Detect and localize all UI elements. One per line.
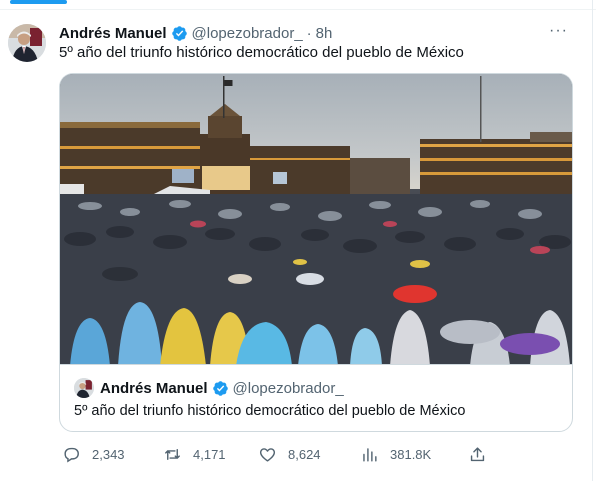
- crowd-photo-image: [60, 74, 572, 365]
- separator-dot: ·: [306, 24, 312, 42]
- tweet-header: Andrés Manuel @lopezobrador_ · 8h: [59, 23, 332, 43]
- reply-count: 2,343: [92, 447, 125, 462]
- like-count: 8,624: [288, 447, 321, 462]
- share-button[interactable]: [468, 445, 498, 464]
- share-icon: [470, 447, 485, 462]
- more-icon[interactable]: ···: [549, 22, 568, 40]
- timestamp[interactable]: 8h: [316, 25, 333, 42]
- views-icon: [363, 448, 377, 462]
- verified-badge-icon: [171, 25, 187, 41]
- column-border: [592, 0, 593, 481]
- reply-button[interactable]: 2,343: [62, 445, 125, 464]
- quoted-author-handle: @lopezobrador_: [232, 379, 344, 397]
- retweet-button[interactable]: 4,171: [163, 445, 226, 464]
- author-name[interactable]: Andrés Manuel: [59, 25, 167, 42]
- tweet-photo[interactable]: [59, 73, 573, 365]
- quoted-tweet-header: Andrés Manuel @lopezobrador_: [74, 378, 344, 398]
- like-icon: [259, 448, 276, 462]
- verified-badge-icon: [212, 380, 228, 396]
- avatar-image: [8, 24, 46, 62]
- author-handle[interactable]: @lopezobrador_: [192, 25, 303, 42]
- tweet[interactable]: Andrés Manuel @lopezobrador_ · 8h ··· 5º…: [0, 10, 592, 481]
- quoted-tweet[interactable]: Andrés Manuel @lopezobrador_ 5º año del …: [59, 364, 573, 432]
- tweet-actions: 2,343 4,171 8,624 381.8K: [62, 445, 492, 467]
- tweet-text: 5º año del triunfo histórico democrático…: [59, 44, 464, 61]
- views-button[interactable]: 381.8K: [360, 445, 431, 464]
- quoted-author-name: Andrés Manuel: [100, 379, 208, 397]
- active-tab-indicator: [10, 0, 67, 4]
- quoted-tweet-text: 5º año del triunfo histórico democrático…: [74, 403, 466, 419]
- retweet-count: 4,171: [193, 447, 226, 462]
- avatar[interactable]: [8, 24, 46, 62]
- reply-icon: [64, 447, 79, 463]
- retweet-icon: [165, 449, 180, 460]
- like-button[interactable]: 8,624: [258, 445, 321, 464]
- quoted-avatar: [74, 378, 94, 398]
- quoted-avatar-image: [74, 378, 94, 398]
- views-count: 381.8K: [390, 447, 432, 462]
